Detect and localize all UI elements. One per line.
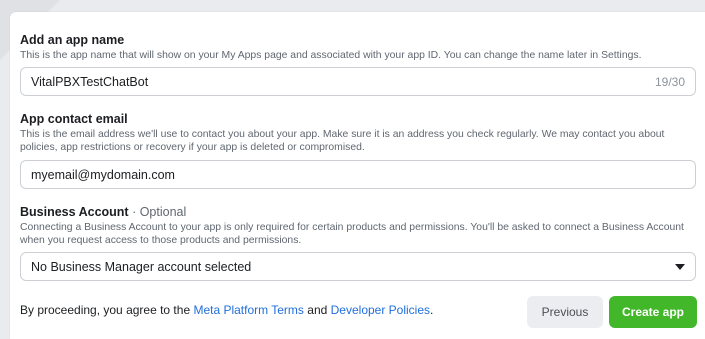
optional-tag: · Optional	[128, 205, 187, 219]
terms-suffix: .	[430, 303, 434, 317]
meta-platform-terms-link[interactable]: Meta Platform Terms	[193, 303, 303, 317]
contact-email-label: App contact email	[20, 112, 128, 126]
developer-policies-link[interactable]: Developer Policies	[331, 303, 430, 317]
app-name-value[interactable]: VitalPBXTestChatBot	[31, 75, 655, 89]
business-account-select[interactable]: No Business Manager account selected	[20, 252, 696, 281]
create-app-button[interactable]: Create app	[609, 296, 697, 328]
business-account-label: Business Account · Optional	[20, 205, 696, 219]
contact-email-section: App contact email This is the email addr…	[20, 112, 696, 154]
previous-button[interactable]: Previous	[527, 296, 603, 328]
business-account-label-text: Business Account	[20, 205, 129, 219]
contact-email-input[interactable]: myemail@mydomain.com	[20, 160, 696, 189]
app-name-input[interactable]: VitalPBXTestChatBot 19/30	[20, 67, 696, 96]
app-name-help: This is the app name that will show on y…	[20, 50, 642, 61]
business-account-selected-value[interactable]: No Business Manager account selected	[31, 260, 675, 274]
terms-notice: By proceeding, you agree to the Meta Pla…	[20, 303, 433, 317]
contact-email-value[interactable]: myemail@mydomain.com	[31, 168, 685, 182]
terms-and: and	[303, 303, 331, 317]
business-account-section: Business Account · Optional Connecting a…	[20, 205, 696, 247]
contact-email-help: This is the email address we'll use to c…	[20, 129, 665, 153]
terms-prefix: By proceeding, you agree to the	[20, 303, 194, 317]
business-account-help: Connecting a Business Account to your ap…	[20, 222, 684, 246]
app-name-char-counter: 19/30	[654, 74, 685, 89]
app-name-label: Add an app name	[20, 33, 125, 47]
chevron-down-icon[interactable]	[675, 263, 685, 270]
app-name-section: Add an app name This is the app name tha…	[20, 33, 696, 62]
